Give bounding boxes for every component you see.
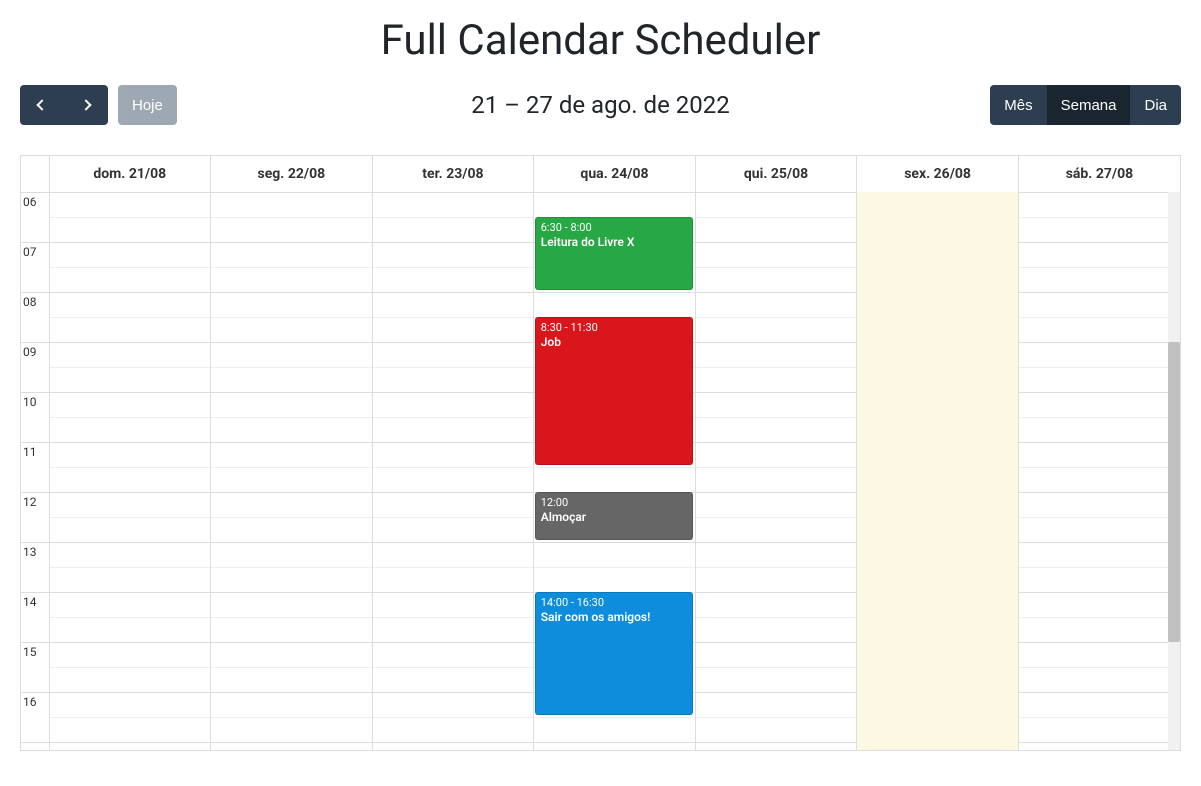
view-day-button[interactable]: Dia: [1130, 85, 1181, 125]
event-title: Job: [541, 335, 688, 349]
day-header[interactable]: qui. 25/08: [695, 156, 857, 192]
event-time: 14:00 - 16:30: [541, 596, 688, 609]
event-time: 12:00: [541, 496, 688, 509]
calendar-grid: dom. 21/08seg. 22/08ter. 23/08qua. 24/08…: [20, 155, 1181, 751]
hour-label: 09: [21, 343, 49, 393]
event-time: 6:30 - 8:00: [541, 221, 688, 234]
hour-label: 06: [21, 193, 49, 243]
toolbar-left: Hoje: [20, 85, 177, 125]
calendar-header-table: dom. 21/08seg. 22/08ter. 23/08qua. 24/08…: [21, 156, 1180, 192]
day-header[interactable]: dom. 21/08: [49, 156, 211, 192]
hour-label: 14: [21, 593, 49, 643]
day-column[interactable]: [1018, 192, 1180, 750]
day-header[interactable]: sex. 26/08: [857, 156, 1019, 192]
calendar-toolbar: Hoje 21 – 27 de ago. de 2022 Mês Semana …: [0, 85, 1201, 125]
calendar-event[interactable]: 14:00 - 16:30Sair com os amigos!: [535, 592, 694, 715]
time-grid[interactable]: 0607080910111213141516 6:30 - 8:00Leitur…: [21, 192, 1180, 750]
day-column[interactable]: [372, 192, 534, 750]
chevron-left-icon: [36, 99, 47, 110]
hour-label: 16: [21, 693, 49, 743]
calendar-event[interactable]: 6:30 - 8:00Leitura do Livre X: [535, 217, 694, 290]
day-column[interactable]: [695, 192, 857, 750]
calendar-event[interactable]: 12:00Almoçar: [535, 492, 694, 540]
page-title: Full Calendar Scheduler: [0, 0, 1201, 85]
calendar-event[interactable]: 8:30 - 11:30Job: [535, 317, 694, 465]
day-columns: 6:30 - 8:00Leitura do Livre X 8:30 - 11:3…: [49, 192, 1180, 750]
view-week-button[interactable]: Semana: [1047, 85, 1131, 125]
day-header[interactable]: sáb. 27/08: [1018, 156, 1180, 192]
event-title: Almoçar: [541, 510, 688, 524]
today-button[interactable]: Hoje: [118, 85, 177, 125]
hour-label: 11: [21, 443, 49, 493]
event-time: 8:30 - 11:30: [541, 321, 688, 334]
prev-button[interactable]: [20, 85, 64, 125]
nav-button-group: [20, 85, 108, 125]
next-button[interactable]: [64, 85, 108, 125]
hour-label: 08: [21, 293, 49, 343]
hour-label: 10: [21, 393, 49, 443]
event-title: Sair com os amigos!: [541, 610, 688, 624]
day-column[interactable]: [211, 192, 373, 750]
axis-spacer: [21, 156, 49, 192]
view-switcher: Mês Semana Dia: [990, 85, 1181, 125]
scrollbar-thumb[interactable]: [1168, 342, 1180, 642]
hour-label: 07: [21, 243, 49, 293]
hour-label: 12: [21, 493, 49, 543]
day-column[interactable]: 6:30 - 8:00Leitura do Livre X 8:30 - 11:3…: [534, 192, 696, 750]
hour-label: 13: [21, 543, 49, 593]
event-title: Leitura do Livre X: [541, 235, 688, 249]
hour-label: 15: [21, 643, 49, 693]
chevron-right-icon: [80, 99, 91, 110]
day-column[interactable]: [857, 192, 1019, 750]
date-range-title: 21 – 27 de ago. de 2022: [471, 91, 729, 119]
hour-label: [21, 743, 49, 751]
day-column[interactable]: [49, 192, 211, 750]
scrollbar-track[interactable]: [1168, 192, 1180, 750]
day-header[interactable]: qua. 24/08: [534, 156, 696, 192]
day-header[interactable]: seg. 22/08: [211, 156, 373, 192]
day-header[interactable]: ter. 23/08: [372, 156, 534, 192]
view-month-button[interactable]: Mês: [990, 85, 1046, 125]
